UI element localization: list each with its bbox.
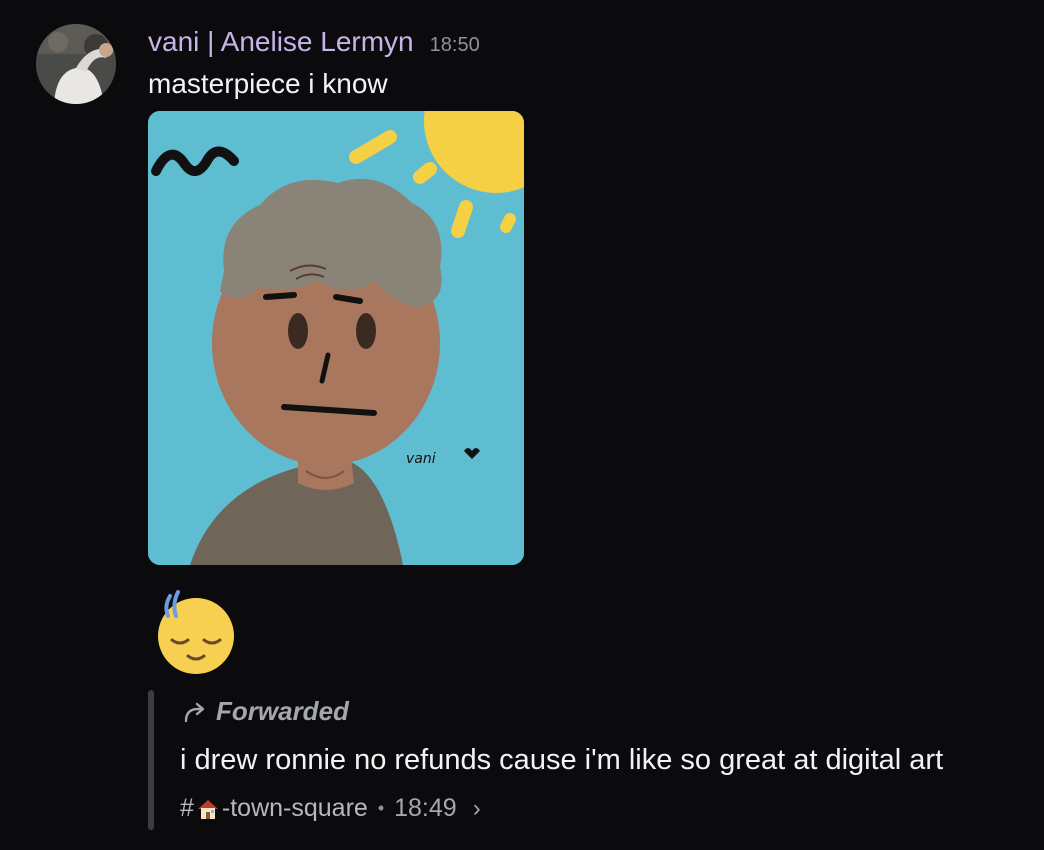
chat-message: vani | Anelise Lermyn 18:50 masterpiece … [0,0,1044,850]
avatar-image [36,24,116,104]
forwarded-message: Forwarded i drew ronnie no refunds cause… [148,690,1028,830]
forwarded-label-text: Forwarded [216,696,349,726]
forwarded-time[interactable]: 18:49 [394,794,457,823]
author-name[interactable]: vani | Anelise Lermyn [148,26,414,58]
channel-name: -town-square [221,794,368,822]
sleepy-sweat-emoji-icon [158,590,234,674]
meta-separator: • [377,798,385,818]
forwarded-meta: # -town-square • 18:49 › [180,794,481,823]
forward-arrow-icon [184,702,205,722]
message-header: vani | Anelise Lermyn 18:50 [148,26,480,60]
message-content: masterpiece i know [148,68,388,99]
emoji-message[interactable] [150,580,244,676]
signature-text: vani [406,451,436,467]
forwarded-label: Forwarded [182,696,349,727]
forwarded-content: i drew ronnie no refunds cause i'm like … [180,744,944,776]
message-timestamp[interactable]: 18:50 [430,34,480,57]
house-emoji-icon [197,799,218,819]
user-avatar[interactable] [36,24,116,104]
channel-link[interactable]: # -town-square [180,794,368,823]
drawing-image: vani [148,111,524,565]
forward-accent-bar [148,690,154,830]
channel-prefix: # [180,794,194,822]
chevron-right-icon[interactable]: › [473,795,481,823]
image-attachment[interactable]: vani [148,111,524,565]
